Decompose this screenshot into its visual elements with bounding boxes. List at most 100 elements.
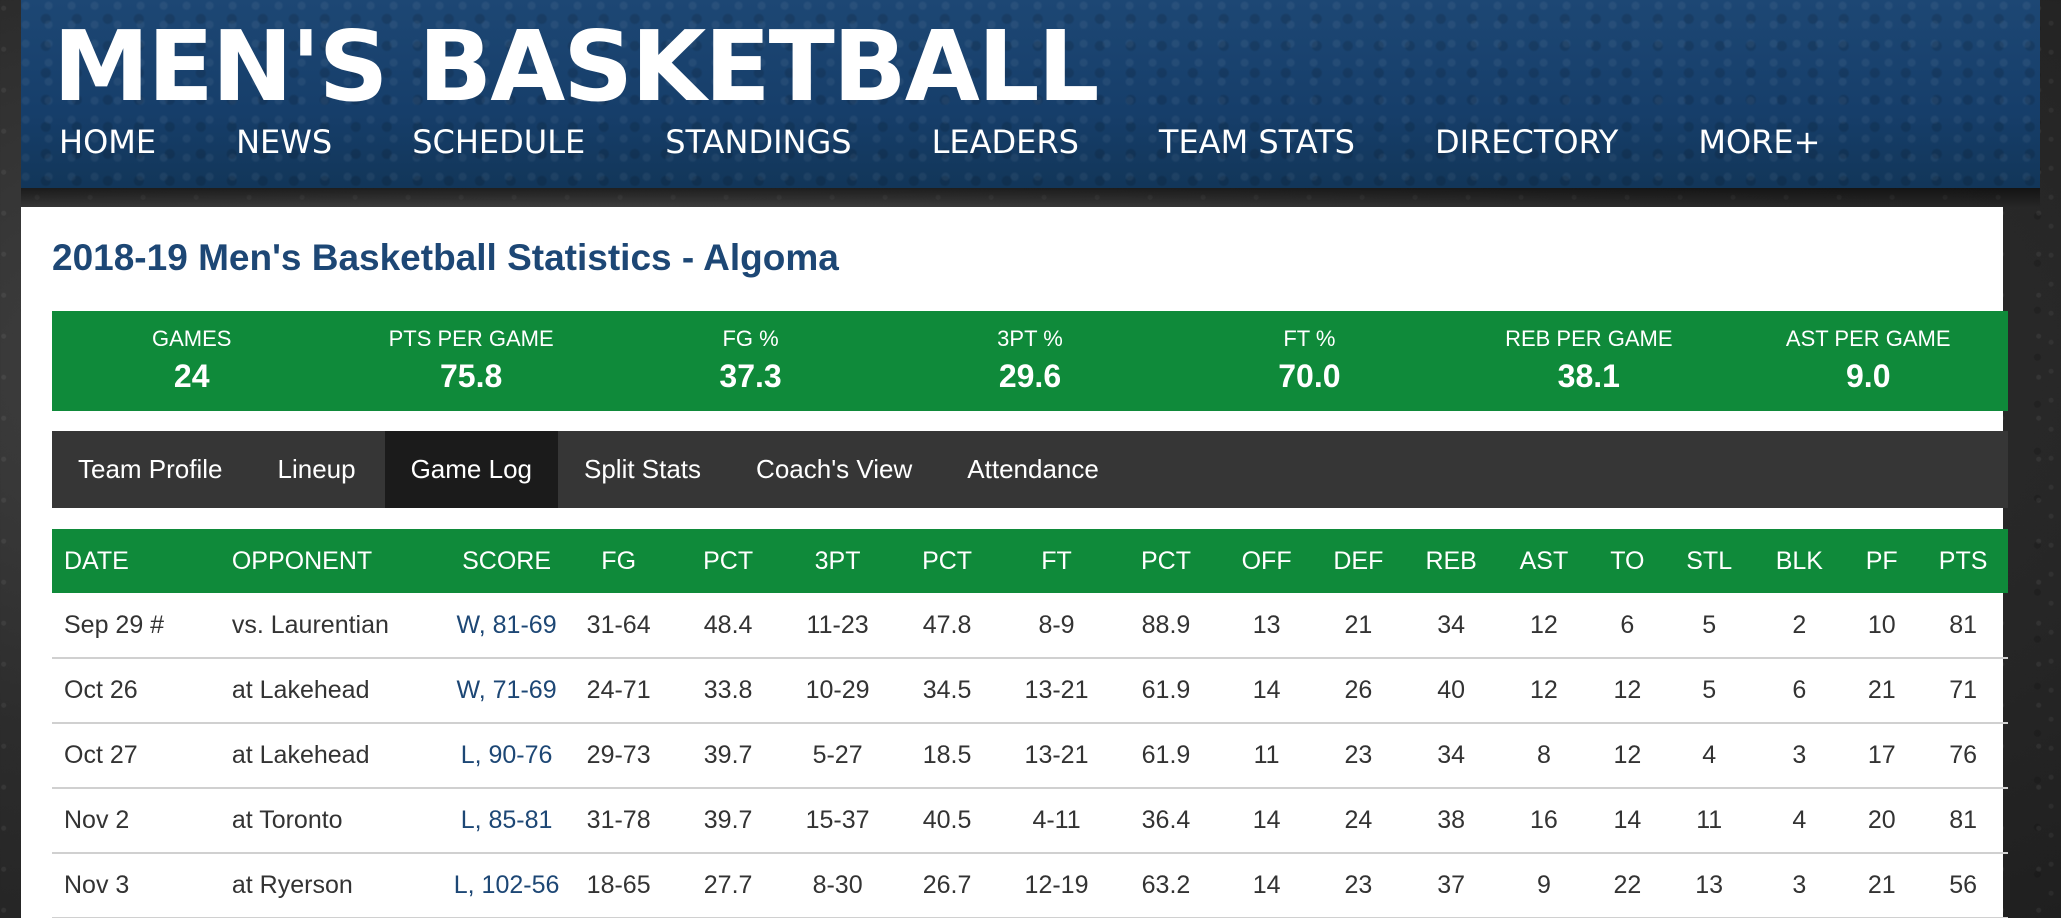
- cell-fg: 24-71: [563, 658, 674, 724]
- nav-leaders[interactable]: LEADERS: [932, 122, 1079, 162]
- column-header-stl[interactable]: STL: [1664, 529, 1754, 593]
- nav-standings[interactable]: STANDINGS: [665, 122, 851, 162]
- tab-team-profile[interactable]: Team Profile: [52, 431, 252, 508]
- stat-value: 38.1: [1557, 358, 1620, 394]
- cell-reb: 34: [1404, 593, 1499, 659]
- cell-off: 11: [1220, 723, 1313, 789]
- cell-fg: 31-64: [563, 593, 674, 659]
- content-panel: 2018-19 Men's Basketball Statistics - Al…: [21, 207, 2008, 918]
- column-header-blk[interactable]: BLK: [1753, 529, 1846, 593]
- cell-score: L, 85-81: [449, 788, 564, 854]
- cell-pts: 76: [1918, 723, 2008, 789]
- table-row: Oct 26 at Lakehead W, 71-69 24-71 33.8 10-29 3…: [52, 658, 2008, 724]
- column-header-opponent[interactable]: OPPONENT: [219, 529, 450, 593]
- cell-fg-pct: 39.7: [673, 788, 783, 854]
- cell-def: 23: [1312, 853, 1405, 918]
- column-header-to[interactable]: TO: [1589, 529, 1665, 593]
- cell-reb: 40: [1404, 658, 1499, 724]
- cell-ast: 16: [1498, 788, 1590, 854]
- box-score-link[interactable]: L, 102-56: [454, 871, 560, 899]
- cell-to: 22: [1589, 853, 1665, 918]
- table-row: Nov 3 at Ryerson L, 102-56 18-65 27.7 8-30 26.…: [52, 853, 2008, 918]
- nav-schedule[interactable]: SCHEDULE: [412, 122, 585, 162]
- tab-coachs-view[interactable]: Coach's View: [730, 431, 941, 508]
- cell-ft-pct: 88.9: [1111, 593, 1221, 659]
- column-header-off[interactable]: OFF: [1220, 529, 1313, 593]
- cell-ft-pct: 63.2: [1111, 853, 1221, 918]
- cell-score: W, 81-69: [449, 593, 564, 659]
- column-header-score[interactable]: SCORE: [449, 529, 564, 593]
- cell-3pt: 11-23: [782, 593, 893, 659]
- tab-game-log[interactable]: Game Log: [384, 431, 558, 508]
- cell-def: 23: [1312, 723, 1405, 789]
- cell-stl: 11: [1664, 788, 1754, 854]
- stat-value: 9.0: [1846, 358, 1891, 394]
- cell-stl: 4: [1664, 723, 1754, 789]
- box-score-link[interactable]: L, 90-76: [461, 741, 553, 769]
- column-header-ft[interactable]: FT: [1001, 529, 1112, 593]
- nav-news[interactable]: NEWS: [236, 122, 332, 162]
- stat-reb-per-game: REB PER GAME 38.1: [1449, 311, 1728, 411]
- cell-fg-pct: 33.8: [673, 658, 783, 724]
- table-row: Oct 27 at Lakehead L, 90-76 29-73 39.7 5-27 18…: [52, 723, 2008, 789]
- cell-to: 12: [1589, 723, 1665, 789]
- cell-blk: 6: [1753, 658, 1846, 724]
- cell-blk: 3: [1753, 723, 1846, 789]
- cell-ast: 12: [1498, 658, 1590, 724]
- cell-pf: 10: [1845, 593, 1919, 659]
- cell-pf: 21: [1845, 658, 1919, 724]
- cell-3pt-pct: 34.5: [892, 658, 1002, 724]
- stat-games: GAMES 24: [52, 311, 331, 411]
- cell-ft-pct: 61.9: [1111, 723, 1221, 789]
- column-header-pts[interactable]: PTS: [1918, 529, 2008, 593]
- cell-ft: 12-19: [1001, 853, 1112, 918]
- stat-value: 37.3: [719, 358, 782, 394]
- column-header-3pt-pct[interactable]: PCT: [892, 529, 1002, 593]
- table-header-row: DATE OPPONENT SCORE FG PCT 3PT PCT FT PCT OFF DEF R…: [52, 529, 2008, 593]
- stat-value: 24: [173, 358, 210, 394]
- nav-home[interactable]: HOME: [59, 122, 156, 162]
- cell-opponent: at Lakehead: [219, 658, 450, 724]
- column-header-reb[interactable]: REB: [1404, 529, 1499, 593]
- box-score-link[interactable]: L, 85-81: [461, 806, 553, 834]
- box-score-link[interactable]: W, 81-69: [457, 611, 557, 639]
- tab-attendance[interactable]: Attendance: [941, 431, 1128, 508]
- tab-lineup[interactable]: Lineup: [252, 431, 385, 508]
- box-score-link[interactable]: W, 71-69: [457, 676, 557, 704]
- column-header-date[interactable]: DATE: [52, 529, 220, 593]
- game-log-table: DATE OPPONENT SCORE FG PCT 3PT PCT FT PCT OFF DEF R…: [52, 529, 2008, 918]
- column-header-ast[interactable]: AST: [1498, 529, 1590, 593]
- stats-summary-bar: GAMES 24 PTS PER GAME 75.8 FG % 37.3 3PT…: [52, 311, 2008, 411]
- stats-subtabs: Team Profile Lineup Game Log Split Stats…: [52, 431, 2008, 508]
- cell-3pt: 5-27: [782, 723, 893, 789]
- column-header-fg[interactable]: FG: [563, 529, 674, 593]
- cell-off: 14: [1220, 853, 1313, 918]
- cell-ft: 4-11: [1001, 788, 1112, 854]
- column-header-ft-pct[interactable]: PCT: [1111, 529, 1221, 593]
- column-header-3pt[interactable]: 3PT: [782, 529, 893, 593]
- cell-blk: 3: [1753, 853, 1846, 918]
- cell-reb: 37: [1404, 853, 1499, 918]
- cell-date: Oct 27: [52, 723, 220, 789]
- main-nav: HOME NEWS SCHEDULE STANDINGS LEADERS TEA…: [59, 122, 1820, 162]
- cell-ft: 13-21: [1001, 658, 1112, 724]
- cell-3pt-pct: 18.5: [892, 723, 1002, 789]
- stat-label: PTS PER GAME: [388, 326, 554, 351]
- column-header-pf[interactable]: PF: [1845, 529, 1919, 593]
- cell-pts: 71: [1918, 658, 2008, 724]
- cell-pts: 81: [1918, 593, 2008, 659]
- nav-team-stats[interactable]: TEAM STATS: [1159, 122, 1355, 162]
- stat-label: FG %: [722, 326, 779, 351]
- column-header-def[interactable]: DEF: [1312, 529, 1405, 593]
- tab-split-stats[interactable]: Split Stats: [558, 431, 730, 508]
- column-header-fg-pct[interactable]: PCT: [673, 529, 783, 593]
- stat-label: FT %: [1283, 326, 1336, 351]
- cell-off: 13: [1220, 593, 1313, 659]
- cell-date: Oct 26: [52, 658, 220, 724]
- cell-score: L, 102-56: [449, 853, 564, 918]
- nav-more[interactable]: MORE+: [1698, 122, 1820, 162]
- cell-date: Nov 2: [52, 788, 220, 854]
- nav-directory[interactable]: DIRECTORY: [1435, 122, 1618, 162]
- cell-score: W, 71-69: [449, 658, 564, 724]
- cell-def: 26: [1312, 658, 1405, 724]
